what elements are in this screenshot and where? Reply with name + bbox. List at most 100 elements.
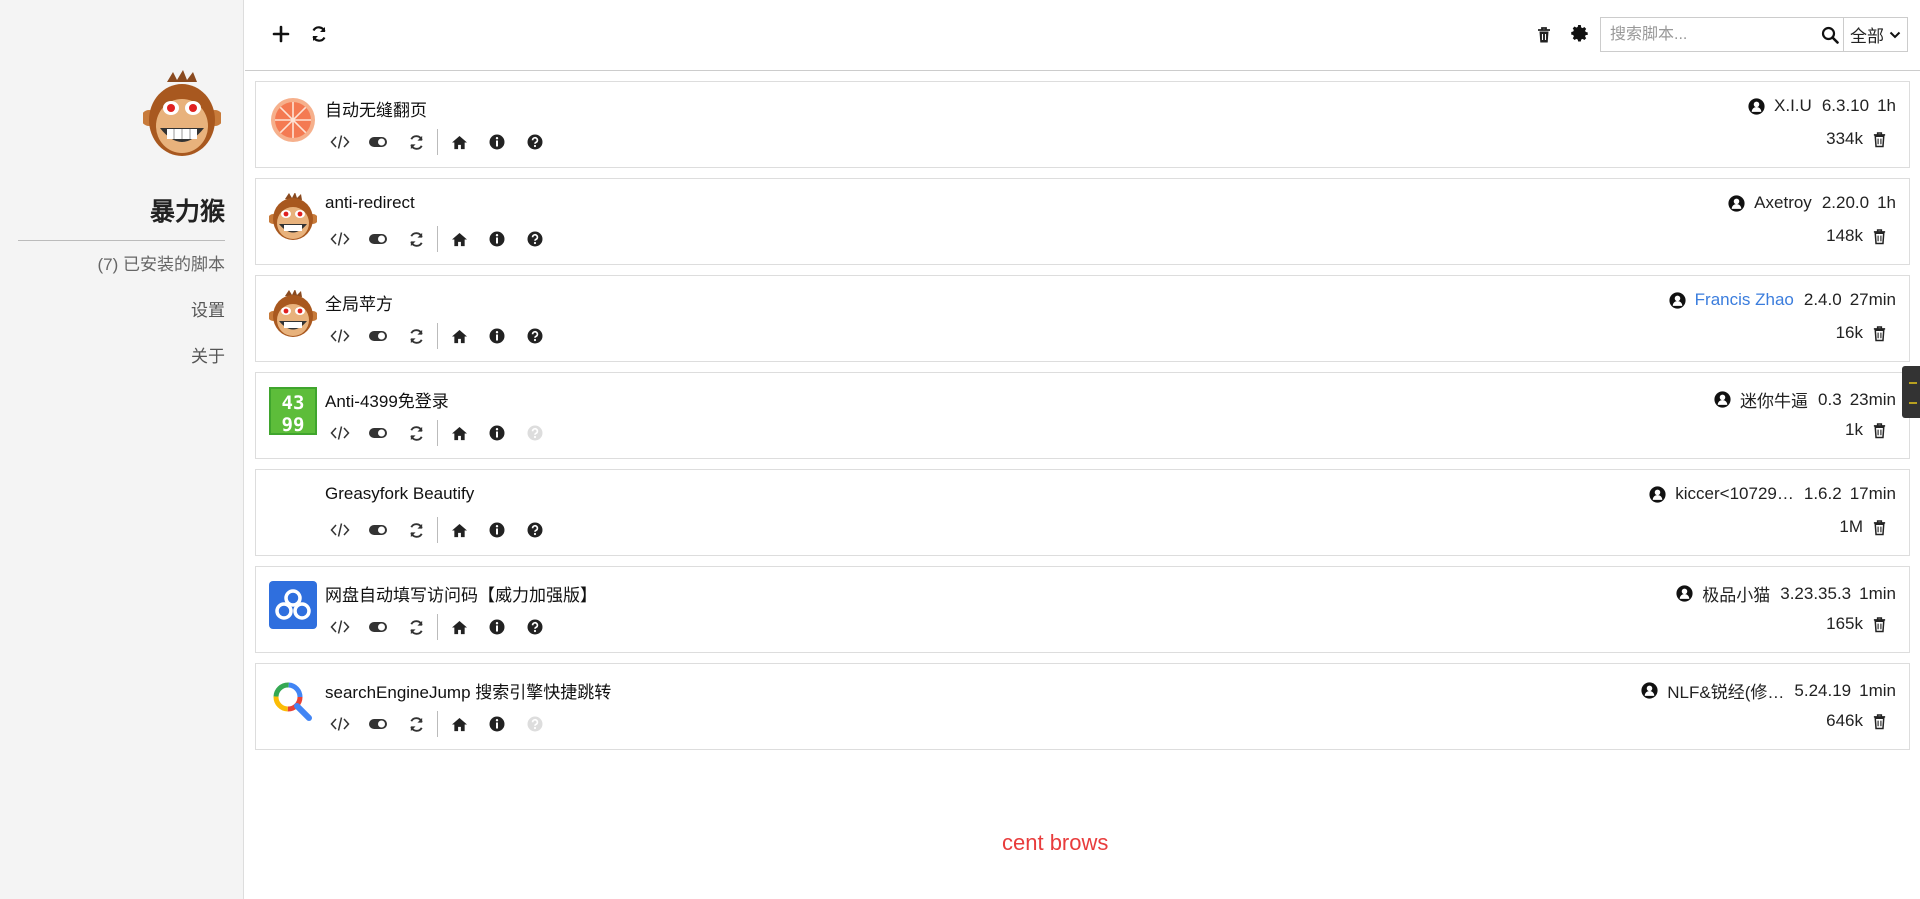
sidebar-item-about[interactable]: 关于 [98, 346, 225, 392]
edit-button[interactable] [321, 712, 359, 736]
homepage-button[interactable] [440, 324, 478, 348]
script-stats: 16k [1836, 323, 1887, 343]
sidebar: 暴力猴 (7) 已安装的脚本 设置 关于 [0, 0, 244, 899]
homepage-button[interactable] [440, 421, 478, 445]
remove-script-button[interactable] [1872, 422, 1887, 439]
trash-button[interactable] [1526, 18, 1562, 52]
author-icon [1649, 485, 1666, 503]
support-button[interactable] [516, 130, 554, 154]
script-item[interactable]: Greasyfork Beautify kiccer<10729… 1.6.2 17m… [255, 469, 1910, 556]
sidebar-item-installed-scripts[interactable]: (7) 已安装的脚本 [98, 254, 226, 300]
homepage-button[interactable] [440, 130, 478, 154]
info-button[interactable] [478, 615, 516, 639]
edit-button[interactable] [321, 615, 359, 639]
update-button[interactable] [397, 421, 435, 445]
script-item[interactable]: searchEngineJump 搜索引擎快捷跳转 NLF&锐经(修… 5.24.1… [255, 663, 1910, 750]
script-stats: 1k [1845, 420, 1887, 440]
script-version: 5.24.19 [1794, 680, 1852, 700]
refresh-icon [409, 134, 423, 150]
trash-icon [1873, 131, 1886, 147]
enable-toggle[interactable] [359, 421, 397, 445]
search-button[interactable] [1817, 18, 1843, 51]
toggle-icon [369, 234, 387, 244]
enable-toggle[interactable] [359, 518, 397, 542]
edit-button[interactable] [321, 130, 359, 154]
update-button[interactable] [397, 615, 435, 639]
support-button[interactable] [516, 518, 554, 542]
script-name[interactable]: Greasyfork Beautify [325, 484, 474, 504]
update-button[interactable] [397, 130, 435, 154]
action-divider [437, 517, 438, 543]
info-button[interactable] [478, 324, 516, 348]
code-icon [330, 329, 350, 343]
support-button[interactable] [516, 615, 554, 639]
author-icon [1748, 97, 1765, 115]
script-name[interactable]: 全局苹方 [325, 290, 393, 315]
remove-script-button[interactable] [1872, 228, 1887, 245]
support-button[interactable] [516, 227, 554, 251]
support-button[interactable] [516, 324, 554, 348]
enable-toggle[interactable] [359, 227, 397, 251]
trash-icon [1873, 519, 1886, 535]
enable-toggle[interactable] [359, 324, 397, 348]
enable-toggle[interactable] [359, 130, 397, 154]
homepage-button[interactable] [440, 227, 478, 251]
update-button[interactable] [397, 227, 435, 251]
script-item[interactable]: 43 99 Anti-4399免登录 迷你牛逼 0.3 23min 1k [255, 372, 1910, 459]
remove-script-button[interactable] [1872, 713, 1887, 730]
script-icon [269, 484, 317, 532]
script-updated: 17min [1849, 484, 1896, 503]
help-icon [527, 231, 543, 247]
update-all-button[interactable] [305, 20, 333, 48]
update-button[interactable] [397, 518, 435, 542]
update-button[interactable] [397, 712, 435, 736]
info-icon [489, 619, 505, 635]
app-title: 暴力猴 [149, 198, 225, 226]
search-input[interactable] [1601, 18, 1817, 51]
enable-toggle[interactable] [359, 615, 397, 639]
info-icon [489, 134, 505, 150]
remove-script-button[interactable] [1872, 519, 1887, 536]
script-name[interactable]: 网盘自动填写访问码【威力加强版】 [325, 581, 597, 606]
script-name[interactable]: anti-redirect [325, 193, 415, 213]
script-version: 3.23.35.3 [1780, 583, 1852, 603]
refresh-icon [312, 26, 326, 42]
trash-icon [1873, 228, 1886, 244]
script-author[interactable]: Francis Zhao [1695, 290, 1794, 310]
4399-icon: 43 99 [269, 387, 317, 436]
filter-select[interactable]: 全部 [1844, 17, 1908, 52]
script-item[interactable]: 自动无缝翻页 X.I.U 6.3.10 1h 334k [255, 81, 1910, 168]
enable-toggle[interactable] [359, 712, 397, 736]
script-item[interactable]: anti-redirect Axetroy 2.20.0 1h 148k [255, 178, 1910, 265]
sidebar-item-settings[interactable]: 设置 [98, 300, 225, 346]
edit-button[interactable] [321, 421, 359, 445]
info-button[interactable] [478, 712, 516, 736]
info-button[interactable] [478, 227, 516, 251]
info-button[interactable] [478, 421, 516, 445]
script-item[interactable]: 全局苹方 Francis Zhao 2.4.0 27min 16k [255, 275, 1910, 362]
update-button[interactable] [397, 324, 435, 348]
action-divider [437, 323, 438, 349]
script-item[interactable]: 网盘自动填写访问码【威力加强版】 极品小猫 3.23.35.3 1min 165k [255, 566, 1910, 653]
script-name[interactable]: Anti-4399免登录 [325, 387, 449, 412]
side-panel-handle[interactable] [1902, 366, 1920, 418]
info-button[interactable] [478, 130, 516, 154]
homepage-button[interactable] [440, 615, 478, 639]
homepage-button[interactable] [440, 518, 478, 542]
homepage-button[interactable] [440, 712, 478, 736]
script-updated: 27min [1849, 290, 1896, 309]
script-name[interactable]: searchEngineJump 搜索引擎快捷跳转 [325, 678, 611, 703]
settings-button[interactable] [1562, 18, 1598, 52]
toggle-icon [369, 428, 387, 438]
script-name[interactable]: 自动无缝翻页 [325, 96, 427, 121]
remove-script-button[interactable] [1872, 131, 1887, 148]
trash-icon [1538, 26, 1550, 42]
edit-button[interactable] [321, 324, 359, 348]
script-stats: 334k [1826, 129, 1887, 149]
edit-button[interactable] [321, 518, 359, 542]
remove-script-button[interactable] [1872, 616, 1887, 633]
edit-button[interactable] [321, 227, 359, 251]
remove-script-button[interactable] [1872, 325, 1887, 342]
info-button[interactable] [478, 518, 516, 542]
add-script-button[interactable] [267, 20, 295, 48]
